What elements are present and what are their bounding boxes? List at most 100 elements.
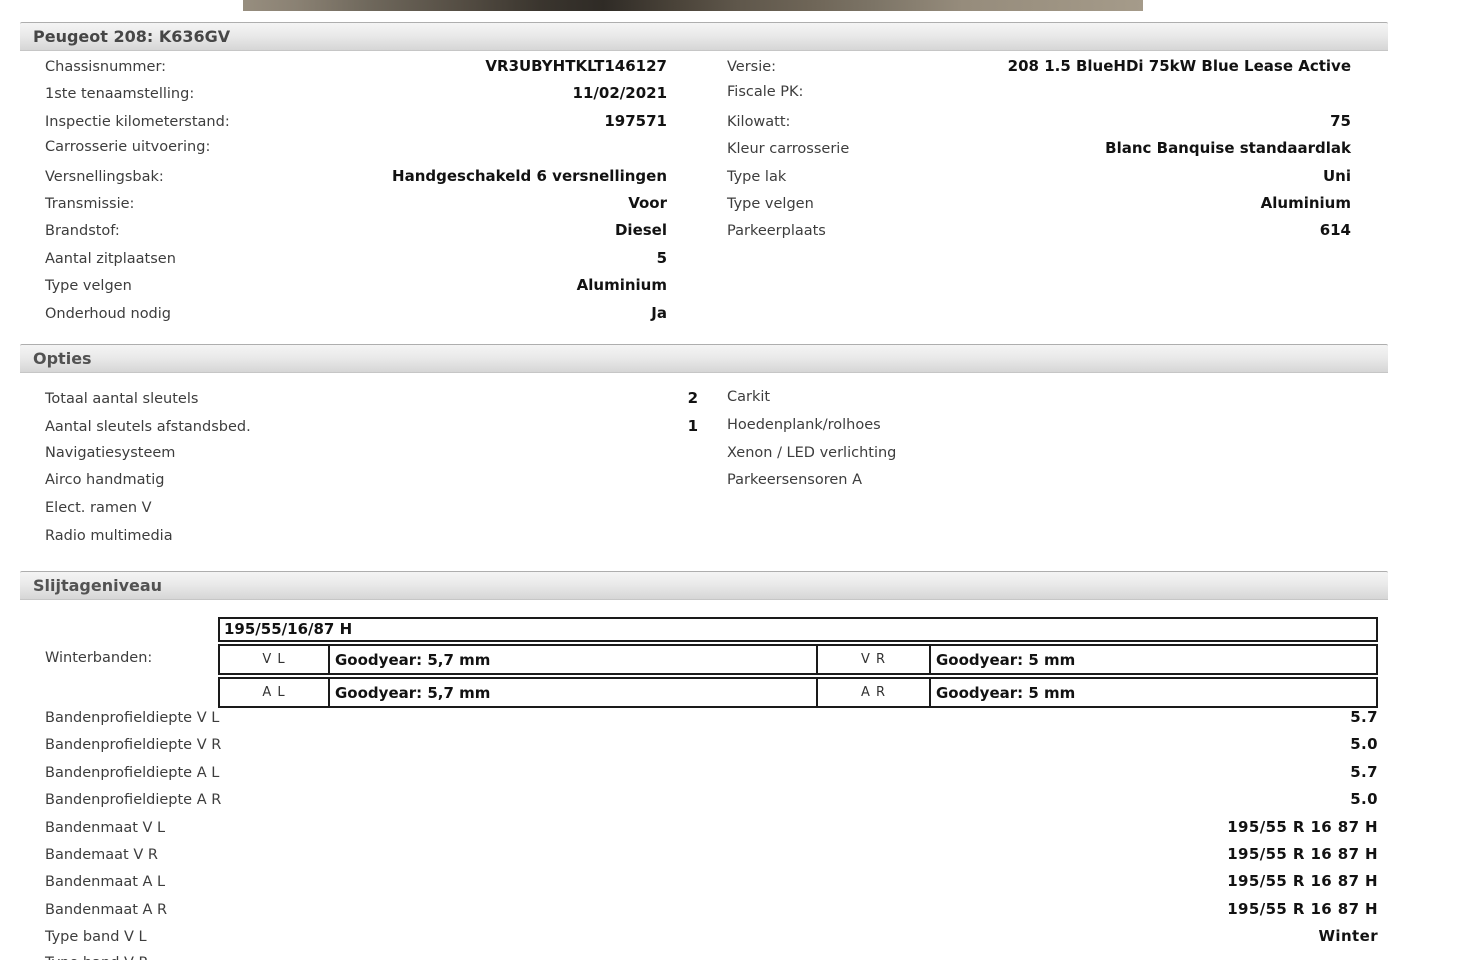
detail-row: Onderhoud nodig Ja [45,304,667,331]
detail-value: Uni [1323,167,1351,185]
detail-label: Fiscale PK: [727,84,803,100]
option-label: Hoedenplank/rolhoes [727,417,881,433]
detail-row: Bandenprofieldiepte V R 5.0 [45,735,1378,762]
tyre-row: V L Goodyear: 5,7 mm V R Goodyear: 5 mm [218,644,1378,675]
tyre-value-left: Goodyear: 5,7 mm [328,644,818,675]
detail-row: Fiscale PK: [727,84,1351,111]
winterbanden-table: 195/55/16/87 H V L Goodyear: 5,7 mm V R … [218,617,1378,708]
detail-label: Bandenmaat A R [45,902,167,918]
winterbanden-label: Winterbanden: [45,650,152,666]
detail-row: Versie: 208 1.5 BlueHDi 75kW Blue Lease … [727,57,1351,84]
detail-label: Versnellingsbak: [45,169,164,185]
detail-value: 5.7 [1350,708,1378,726]
tyre-position-left: V L [218,644,330,675]
detail-row: Type velgen Aluminium [45,276,667,303]
detail-value: 1 [688,417,698,435]
detail-row: Transmissie: Voor [45,194,667,221]
detail-label: Chassisnummer: [45,59,166,75]
opties-heading: Opties [33,349,92,368]
detail-label: Bandenmaat A L [45,874,165,890]
detail-label: Navigatiesysteem [45,445,175,461]
detail-value: Aluminium [1261,194,1351,212]
detail-row: Parkeerplaats 614 [727,221,1351,248]
detail-value: 2 [688,389,698,407]
detail-label: Type velgen [45,278,132,294]
page-title: Peugeot 208: K636GV [33,27,230,46]
detail-row: 1ste tenaamstelling: 11/02/2021 [45,84,667,111]
detail-row: Kilowatt: 75 [727,112,1351,139]
detail-label: Bandenprofieldiepte V L [45,710,219,726]
detail-label: Onderhoud nodig [45,306,171,322]
detail-row: Aantal zitplaatsen 5 [45,249,667,276]
detail-value: Ja [651,304,667,322]
detail-value: 75 [1330,112,1351,130]
opties-section-bar: Opties [20,344,1388,373]
detail-value: Diesel [615,221,667,239]
detail-row: Inspectie kilometerstand: 197571 [45,112,667,139]
vehicle-report-page: Peugeot 208: K636GV Chassisnummer: VR3UB… [0,0,1460,960]
detail-row: Elect. ramen V [45,500,698,528]
detail-value: Aluminium [577,276,667,294]
detail-label: Type band V L [45,929,147,945]
detail-row: Navigatiesysteem [45,445,698,473]
detail-row: Brandstof: Diesel [45,221,667,248]
detail-value: 5 [657,249,667,267]
detail-row: Totaal aantal sleutels 2 [45,389,698,417]
detail-row: Bandenmaat V L 195/55 R 16 87 H [45,818,1378,845]
detail-row: Type velgen Aluminium [727,194,1351,221]
option-row: Hoedenplank/rolhoes [727,417,1147,445]
detail-label: Type lak [727,169,786,185]
detail-row: Bandenmaat A R 195/55 R 16 87 H [45,900,1378,927]
option-label: Carkit [727,389,770,405]
detail-value: 195/55 R 16 87 H [1227,900,1378,918]
detail-label: Kilowatt: [727,114,790,130]
detail-label: Inspectie kilometerstand: [45,114,230,130]
detail-value: 5.0 [1350,735,1378,753]
details-left-column: Chassisnummer: VR3UBYHTKLT146127 1ste te… [45,57,667,331]
tyre-position-right: A R [816,677,931,708]
slijtageniveau-heading: Slijtageniveau [33,576,162,595]
option-row: Xenon / LED verlichting [727,445,1147,473]
opties-right-column: Carkit Hoedenplank/rolhoes Xenon / LED v… [727,389,1147,500]
detail-label: 1ste tenaamstelling: [45,86,194,102]
detail-value: Winter [1318,927,1378,945]
detail-label: Totaal aantal sleutels [45,391,198,407]
detail-value: Handgeschakeld 6 versnellingen [392,167,667,185]
tyre-value-right: Goodyear: 5 mm [929,644,1378,675]
option-row: Carkit [727,389,1147,417]
tyre-value-left: Goodyear: 5,7 mm [328,677,818,708]
detail-label: Bandenprofieldiepte A L [45,765,219,781]
tyre-size-header: 195/55/16/87 H [218,617,1378,642]
detail-row: Bandemaat V R 195/55 R 16 87 H [45,845,1378,872]
detail-value: 614 [1320,221,1351,239]
vehicle-photo-bottom-edge [243,0,1143,11]
tyre-row: A L Goodyear: 5,7 mm A R Goodyear: 5 mm [218,677,1378,708]
opties-left-column: Totaal aantal sleutels 2 Aantal sleutels… [45,389,698,556]
detail-value: 208 1.5 BlueHDi 75kW Blue Lease Active [1008,57,1351,75]
detail-label: Type velgen [727,196,814,212]
detail-value: VR3UBYHTKLT146127 [485,57,667,75]
detail-label: Carrosserie uitvoering: [45,139,210,155]
detail-row: Type band V L Winter [45,927,1378,954]
detail-label: Bandenprofieldiepte V R [45,737,221,753]
detail-row: Bandenprofieldiepte A R 5.0 [45,790,1378,817]
detail-row: Aantal sleutels afstandsbed. 1 [45,417,698,445]
detail-value: 195/55 R 16 87 H [1227,872,1378,890]
detail-label: Parkeerplaats [727,223,826,239]
detail-row: Bandenmaat A L 195/55 R 16 87 H [45,872,1378,899]
detail-label: Aantal sleutels afstandsbed. [45,419,251,435]
detail-row: Type band V R [45,955,1378,960]
detail-row: Radio multimedia [45,528,698,556]
detail-label: Bandemaat V R [45,847,158,863]
detail-label: Aantal zitplaatsen [45,251,176,267]
tyre-position-left: A L [218,677,330,708]
detail-row: Bandenprofieldiepte V L 5.7 [45,708,1378,735]
detail-label: Versie: [727,59,776,75]
detail-label: Elect. ramen V [45,500,152,516]
detail-label: Radio multimedia [45,528,173,544]
detail-label: Bandenmaat V L [45,820,165,836]
detail-label: Kleur carrosserie [727,141,849,157]
detail-value: 11/02/2021 [573,84,667,102]
detail-row: Kleur carrosserie Blanc Banquise standaa… [727,139,1351,166]
wear-measurements: Bandenprofieldiepte V L 5.7 Bandenprofie… [45,708,1378,960]
